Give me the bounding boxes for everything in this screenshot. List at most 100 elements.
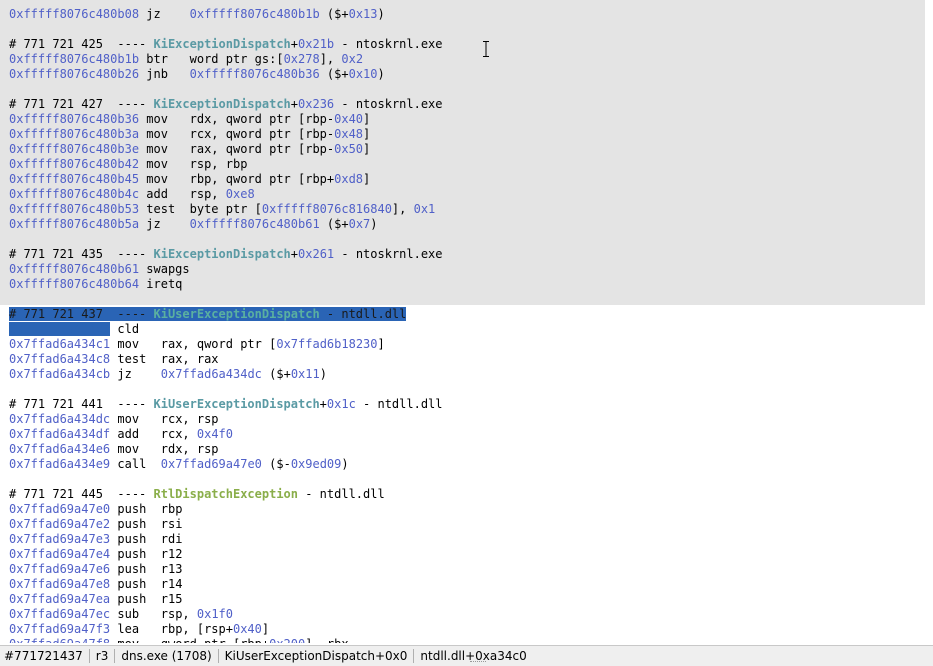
mnemonic-text: jz xyxy=(117,367,161,381)
instruction-address[interactable]: 0xfffff8076c480b3a xyxy=(9,127,139,141)
mnemonic-text: ], rbx xyxy=(305,637,348,643)
status-symbol: KiUserExceptionDispatch+0x0 xyxy=(219,649,415,663)
instruction-text: mov rcx, qword ptr [rbp-0x48] xyxy=(146,127,370,141)
instruction-address[interactable]: 0x7ffad6a434c0 xyxy=(9,322,111,336)
instruction-text: call 0x7ffad69a47e0 ($-0x9ed09) xyxy=(117,457,348,471)
instruction-text: mov rbp, qword ptr [rbp+0xd8] xyxy=(146,172,370,186)
operand-value: 0x11 xyxy=(290,367,320,381)
instruction-line[interactable]: 0x7ffad6a434e6 mov rdx, rsp xyxy=(9,442,219,457)
symbol-name: KiUserExceptionDispatch xyxy=(153,397,320,411)
instruction-address[interactable]: 0xfffff8076c480b4c xyxy=(9,187,139,201)
instruction-address[interactable]: 0xfffff8076c480b1b xyxy=(9,52,139,66)
instruction-line[interactable]: 0x7ffad69a47e0 push rbp xyxy=(9,502,182,517)
instruction-line[interactable]: 0xfffff8076c480b53 test byte ptr [0xffff… xyxy=(9,202,435,217)
mnemonic-text: lea rbp, [rsp+ xyxy=(117,622,233,636)
instruction-line[interactable]: 0xfffff8076c480b64 iretq xyxy=(9,277,182,292)
section-header[interactable]: # 771 721 441 ---- KiUserExceptionDispat… xyxy=(9,397,443,412)
instruction-line[interactable]: 0x7ffad69a47e3 push rdi xyxy=(9,532,182,547)
disassembly-view[interactable]: 0xfffff8076c480b08 jz 0xfffff8076c480b1b… xyxy=(0,0,933,643)
mnemonic-text: ], xyxy=(319,52,342,66)
mnemonic-text: mov rsp, rbp xyxy=(146,157,248,171)
instruction-text: jz 0xfffff8076c480b1b ($+0x13) xyxy=(146,7,384,21)
section-header[interactable]: # 771 721 435 ---- KiExceptionDispatch+0… xyxy=(9,247,443,262)
section-header[interactable]: # 771 721 427 ---- KiExceptionDispatch+0… xyxy=(9,97,443,112)
instruction-address[interactable]: 0xfffff8076c480b61 xyxy=(9,262,139,276)
mnemonic-text: # 771 721 435 ---- xyxy=(9,247,154,261)
instruction-line[interactable]: 0xfffff8076c480b3a mov rcx, qword ptr [r… xyxy=(9,127,370,142)
instruction-address[interactable]: 0x7ffad69a47e4 xyxy=(9,547,110,561)
instruction-line[interactable]: 0x7ffad6a434c1 mov rax, qword ptr [0x7ff… xyxy=(9,337,385,352)
instruction-line[interactable]: 0x7ffad69a47f8 mov qword ptr [rbp+0x200]… xyxy=(9,637,349,643)
instruction-line[interactable]: 0x7ffad69a47e6 push r13 xyxy=(9,562,182,577)
instruction-address[interactable]: 0x7ffad6a434e6 xyxy=(9,442,110,456)
instruction-line[interactable]: 0xfffff8076c480b5a jz 0xfffff8076c480b61… xyxy=(9,217,378,232)
operand-value: 0x7ffad69a47e0 xyxy=(160,457,262,471)
instruction-line[interactable]: 0xfffff8076c480b45 mov rbp, qword ptr [r… xyxy=(9,172,370,187)
instruction-line[interactable]: 0xfffff8076c480b3e mov rax, qword ptr [r… xyxy=(9,142,370,157)
instruction-line[interactable]: 0x7ffad69a47e2 push rsi xyxy=(9,517,182,532)
instruction-address[interactable]: 0x7ffad69a47e8 xyxy=(9,577,110,591)
operand-value: 0x7ffad6a434dc xyxy=(160,367,262,381)
section-header[interactable]: # 771 721 425 ---- KiExceptionDispatch+0… xyxy=(9,37,443,52)
instruction-line[interactable]: 0x7ffad6a434c0 cld xyxy=(9,322,139,337)
instruction-address[interactable]: 0xfffff8076c480b08 xyxy=(9,7,139,21)
mnemonic-text: ] xyxy=(363,172,371,186)
instruction-line[interactable]: 0xfffff8076c480b36 mov rdx, qword ptr [r… xyxy=(9,112,370,127)
instruction-address[interactable]: 0x7ffad69a47e3 xyxy=(9,532,110,546)
instruction-text: iretq xyxy=(146,277,182,291)
mnemonic-text: mov rax, qword ptr [ xyxy=(117,337,277,351)
instruction-line[interactable]: 0x7ffad6a434dc mov rcx, rsp xyxy=(9,412,219,427)
instruction-line[interactable]: 0xfffff8076c480b61 swapgs xyxy=(9,262,190,277)
instruction-text: test byte ptr [0xfffff8076c816840], 0x1 xyxy=(146,202,435,216)
instruction-line[interactable]: 0x7ffad69a47f3 lea rbp, [rsp+0x40] xyxy=(9,622,269,637)
section-header[interactable]: # 771 721 445 ---- RtlDispatchException … xyxy=(9,487,385,502)
instruction-address[interactable]: 0x7ffad6a434c8 xyxy=(9,352,110,366)
instruction-line[interactable]: 0xfffff8076c480b1b btr word ptr gs:[0x27… xyxy=(9,52,363,67)
instruction-address[interactable]: 0xfffff8076c480b26 xyxy=(9,67,139,81)
instruction-address[interactable]: 0x7ffad6a434cb xyxy=(9,367,110,381)
operand-value: 0x4f0 xyxy=(196,427,233,441)
instruction-line[interactable]: 0x7ffad6a434cb jz 0x7ffad6a434dc ($+0x11… xyxy=(9,367,327,382)
operand-value: 0xfffff8076c480b1b xyxy=(189,7,320,21)
section-header[interactable]: # 771 721 437 ---- KiUserExceptionDispat… xyxy=(9,307,407,322)
instruction-line[interactable]: 0xfffff8076c480b08 jz 0xfffff8076c480b1b… xyxy=(9,7,385,22)
instruction-text: mov rax, qword ptr [0x7ffad6b18230] xyxy=(117,337,384,351)
instruction-line[interactable]: 0x7ffad6a434df add rcx, 0x4f0 xyxy=(9,427,233,442)
mnemonic-text: ($+ xyxy=(319,7,349,21)
instruction-address[interactable]: 0x7ffad69a47f3 xyxy=(9,622,110,636)
instruction-address[interactable]: 0x7ffad69a47e0 xyxy=(9,502,110,516)
resize-grip[interactable] xyxy=(470,661,486,665)
instruction-address[interactable]: 0xfffff8076c480b3e xyxy=(9,142,139,156)
mnemonic-text: ($+ xyxy=(319,67,349,81)
instruction-address[interactable]: 0x7ffad69a47ec xyxy=(9,607,110,621)
instruction-address[interactable]: 0xfffff8076c480b42 xyxy=(9,157,139,171)
instruction-line[interactable]: 0xfffff8076c480b4c add rsp, 0xe8 xyxy=(9,187,255,202)
operand-value: 0xfffff8076c816840 xyxy=(261,202,392,216)
instruction-address[interactable]: 0xfffff8076c480b5a xyxy=(9,217,139,231)
mnemonic-text: ] xyxy=(377,337,385,351)
instruction-address[interactable]: 0xfffff8076c480b36 xyxy=(9,112,139,126)
instruction-address[interactable]: 0xfffff8076c480b53 xyxy=(9,202,139,216)
instruction-line[interactable]: 0xfffff8076c480b26 jnb 0xfffff8076c480b3… xyxy=(9,67,385,82)
instruction-address[interactable]: 0xfffff8076c480b45 xyxy=(9,172,139,186)
instruction-line[interactable]: 0x7ffad6a434c8 test rax, rax xyxy=(9,352,219,367)
mnemonic-text: ($- xyxy=(261,457,291,471)
instruction-line[interactable]: 0x7ffad69a47e8 push r14 xyxy=(9,577,182,592)
instruction-address[interactable]: 0x7ffad6a434e9 xyxy=(9,457,110,471)
mnemonic-text: push r14 xyxy=(117,577,183,591)
instruction-address[interactable]: 0x7ffad6a434c1 xyxy=(9,337,110,351)
instruction-address[interactable]: 0x7ffad69a47e2 xyxy=(9,517,110,531)
instruction-address[interactable]: 0xfffff8076c480b64 xyxy=(9,277,139,291)
instruction-text: swapgs xyxy=(146,262,189,276)
instruction-address[interactable]: 0x7ffad69a47ea xyxy=(9,592,110,606)
instruction-address[interactable]: 0x7ffad6a434dc xyxy=(9,412,110,426)
symbol-name: KiUserExceptionDispatch xyxy=(153,307,320,321)
instruction-line[interactable]: 0x7ffad69a47ec sub rsp, 0x1f0 xyxy=(9,607,233,622)
instruction-line[interactable]: 0x7ffad69a47e4 push r12 xyxy=(9,547,182,562)
instruction-line[interactable]: 0x7ffad69a47ea push r15 xyxy=(9,592,182,607)
instruction-address[interactable]: 0x7ffad6a434df xyxy=(9,427,110,441)
instruction-address[interactable]: 0x7ffad69a47e6 xyxy=(9,562,110,576)
instruction-line[interactable]: 0xfffff8076c480b42 mov rsp, rbp xyxy=(9,157,247,172)
instruction-line[interactable]: 0x7ffad6a434e9 call 0x7ffad69a47e0 ($-0x… xyxy=(9,457,349,472)
instruction-address[interactable]: 0x7ffad69a47f8 xyxy=(9,637,110,643)
